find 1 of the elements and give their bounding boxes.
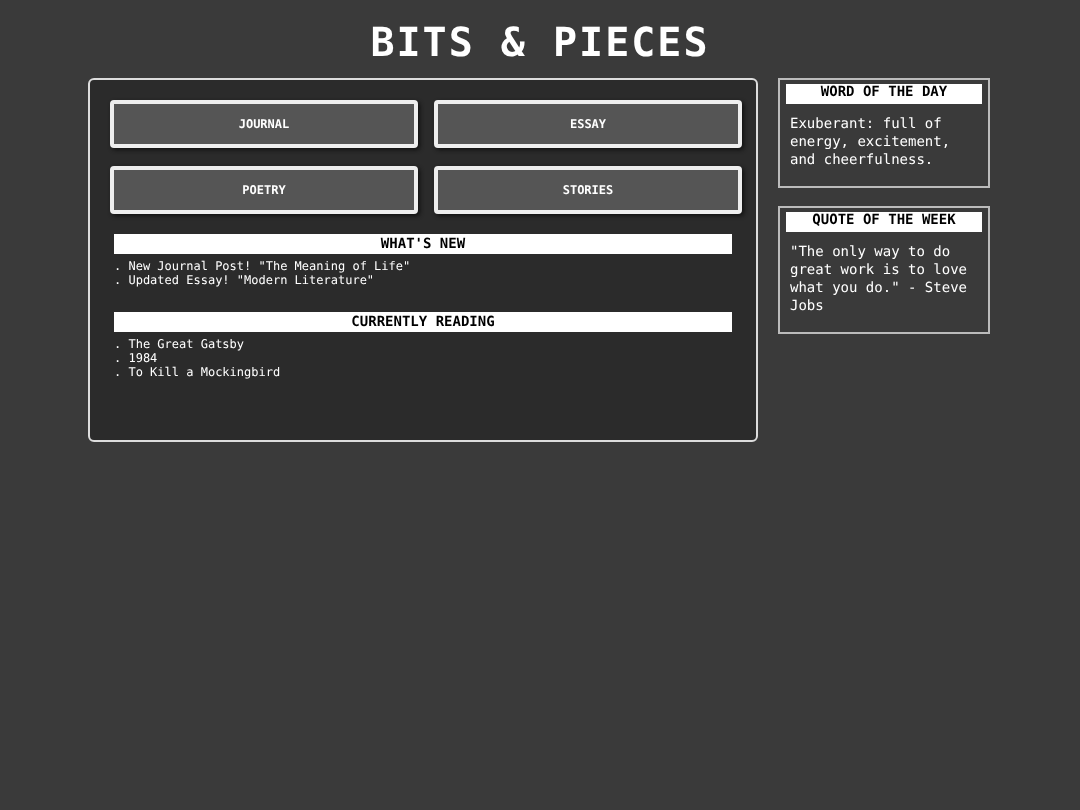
site-title: BITS & PIECES: [368, 18, 712, 66]
